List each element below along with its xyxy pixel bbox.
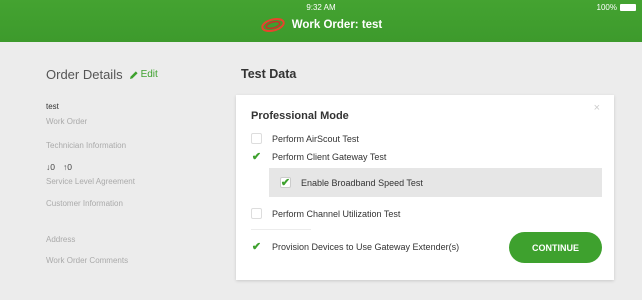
checkbox-airscout-test[interactable] — [251, 133, 262, 144]
option-label: Provision Devices to Use Gateway Extende… — [272, 241, 460, 252]
professional-mode-card: Professional Mode × Perform AirScout Tes… — [236, 95, 614, 280]
address-label: Address — [46, 235, 76, 244]
checkbox-broadband-speed-test[interactable]: ✔ — [280, 177, 291, 189]
edit-label: Edit — [140, 69, 158, 80]
header-title-group: Work Order: test — [0, 17, 642, 33]
checkbox-provision-gateway-extender[interactable]: ✔ — [251, 241, 262, 253]
option-broadband-speed-test[interactable]: ✔ Enable Broadband Speed Test — [269, 168, 602, 197]
close-icon[interactable]: × — [594, 102, 600, 114]
option-client-gateway-test[interactable]: ✔ Perform Client Gateway Test — [251, 151, 387, 163]
checkbox-client-gateway-test[interactable]: ✔ — [251, 151, 262, 163]
battery-indicator: 100% — [597, 3, 636, 12]
divider — [251, 229, 311, 230]
header-bar: 9:32 AM 100% Work Order: test — [0, 0, 642, 42]
swirl-logo-icon — [261, 17, 285, 33]
option-label: Enable Broadband Speed Test — [301, 177, 423, 188]
page-title: Work Order: test — [291, 19, 383, 31]
pencil-icon — [129, 70, 138, 79]
option-label: Perform Channel Utilization Test — [272, 208, 401, 219]
card-title: Professional Mode — [251, 110, 349, 122]
battery-icon — [620, 4, 636, 11]
customer-info-label: Customer Information — [46, 199, 123, 208]
option-label: Perform Client Gateway Test — [272, 151, 387, 162]
sla-down-value: ↓0 — [46, 162, 55, 172]
edit-link[interactable]: Edit — [129, 69, 158, 80]
test-data-title: Test Data — [241, 67, 297, 81]
battery-percent: 100% — [596, 3, 617, 12]
technician-info-label: Technician Information — [46, 141, 127, 150]
order-details-title: Order Details — [46, 67, 123, 82]
work-order-value: test — [46, 102, 59, 111]
order-details-header: Order Details Edit — [46, 67, 158, 82]
main-content: Test Data Professional Mode × Perform Ai… — [236, 42, 642, 292]
option-airscout-test[interactable]: Perform AirScout Test — [251, 133, 359, 144]
sla-values: ↓0 ↑0 — [46, 162, 72, 172]
continue-button[interactable]: CONTINUE — [509, 232, 602, 263]
checkbox-channel-utilization-test[interactable] — [251, 208, 262, 219]
sla-up-value: ↑0 — [62, 162, 72, 172]
sla-label: Service Level Agreement — [46, 177, 135, 186]
order-details-panel: Order Details Edit test Work Order Techn… — [5, 42, 237, 292]
work-order-label: Work Order — [46, 117, 88, 126]
option-label: Perform AirScout Test — [272, 133, 359, 144]
status-time: 9:32 AM — [306, 3, 336, 12]
work-order-comments-label: Work Order Comments — [46, 256, 129, 265]
option-channel-utilization-test[interactable]: Perform Channel Utilization Test — [251, 208, 400, 219]
option-provision-gateway-extender[interactable]: ✔ Provision Devices to Use Gateway Exten… — [251, 241, 460, 253]
